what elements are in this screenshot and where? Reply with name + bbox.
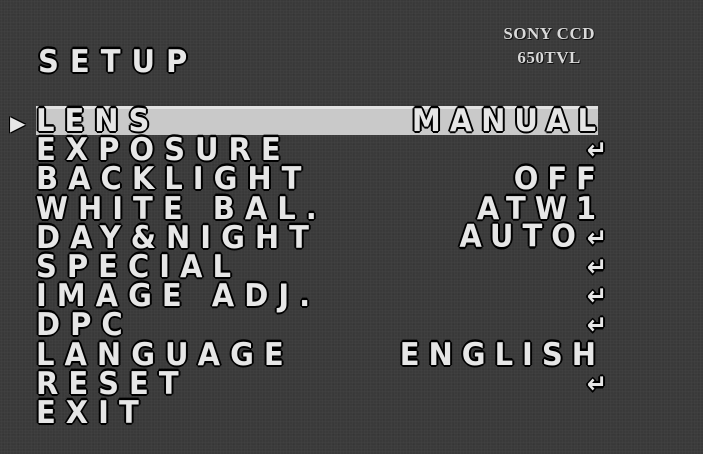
camera-brand-label: SONY CCD 650TVL bbox=[503, 22, 595, 70]
menu-item-value bbox=[605, 397, 607, 428]
menu-item-label: EXIT bbox=[36, 393, 149, 431]
enter-icon: ↵ bbox=[586, 368, 607, 399]
menu-item-value: ↵ bbox=[585, 367, 607, 400]
brand-line-1: SONY CCD bbox=[503, 24, 595, 43]
menu-item-exit[interactable]: EXIT bbox=[36, 393, 598, 431]
brand-line-2: 650TVL bbox=[517, 48, 581, 67]
menu-item-value: MANUAL bbox=[411, 101, 605, 139]
setup-menu: LENS MANUAL EXPOSURE ↵ BACKLIGHT OFF WHI… bbox=[36, 104, 607, 431]
selection-cursor-icon: ▶ bbox=[10, 111, 26, 135]
menu-item-value: ENGLISH bbox=[399, 335, 605, 372]
menu-title: SETUP bbox=[38, 42, 199, 80]
